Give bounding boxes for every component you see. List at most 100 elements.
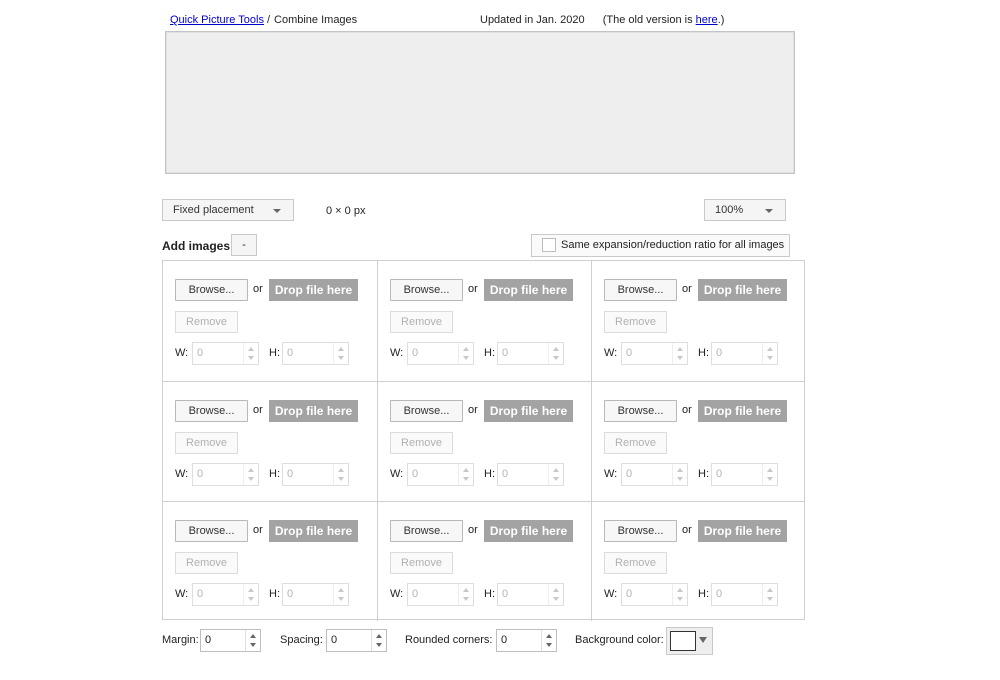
rounded-corners-input[interactable]: 0 xyxy=(496,629,557,652)
height-stepper[interactable] xyxy=(548,343,563,364)
width-input[interactable]: 0 xyxy=(192,583,259,606)
height-stepper[interactable] xyxy=(762,584,777,605)
browse-button[interactable]: Browse... xyxy=(175,400,248,422)
remove-button[interactable]: Remove xyxy=(390,432,453,454)
remove-button[interactable]: Remove xyxy=(175,432,238,454)
width-value: 0 xyxy=(626,468,633,480)
margin-stepper[interactable] xyxy=(245,630,260,651)
width-input[interactable]: 0 xyxy=(407,463,474,486)
height-stepper[interactable] xyxy=(762,343,777,364)
drop-zone[interactable]: Drop file here xyxy=(484,520,573,542)
remove-button[interactable]: Remove xyxy=(604,432,667,454)
height-input[interactable]: 0 xyxy=(282,583,349,606)
width-input[interactable]: 0 xyxy=(407,583,474,606)
zoom-dropdown[interactable]: 100% xyxy=(704,199,786,221)
or-label: or xyxy=(682,404,692,416)
zoom-value: 100% xyxy=(715,204,744,216)
browse-button[interactable]: Browse... xyxy=(604,279,677,301)
width-input[interactable]: 0 xyxy=(621,463,688,486)
margin-label: Margin: xyxy=(162,634,199,646)
drop-zone[interactable]: Drop file here xyxy=(269,520,358,542)
width-stepper[interactable] xyxy=(458,343,473,364)
browse-button[interactable]: Browse... xyxy=(175,520,248,542)
width-label: W: xyxy=(604,468,618,480)
height-input[interactable]: 0 xyxy=(711,342,778,365)
drop-zone[interactable]: Drop file here xyxy=(698,400,787,422)
remove-button[interactable]: Remove xyxy=(390,311,453,333)
height-label: H: xyxy=(698,347,709,359)
spacing-stepper[interactable] xyxy=(371,630,386,651)
chevron-down-icon xyxy=(765,209,773,213)
width-stepper[interactable] xyxy=(458,464,473,485)
image-slot-6: Browse... or Drop file here Remove W: 0 … xyxy=(591,381,805,501)
width-stepper[interactable] xyxy=(243,584,258,605)
remove-button[interactable]: Remove xyxy=(604,552,667,574)
margin-value: 0 xyxy=(205,634,212,646)
remove-button[interactable]: Remove xyxy=(175,552,238,574)
remove-button[interactable]: Remove xyxy=(390,552,453,574)
width-value: 0 xyxy=(626,588,633,600)
browse-button[interactable]: Browse... xyxy=(604,520,677,542)
width-stepper[interactable] xyxy=(672,464,687,485)
remove-slot-button[interactable]: - xyxy=(231,234,257,256)
browse-button[interactable]: Browse... xyxy=(390,520,463,542)
updated-text: Updated in Jan. 2020 xyxy=(480,14,585,26)
chevron-down-icon xyxy=(273,209,281,213)
remove-button[interactable]: Remove xyxy=(604,311,667,333)
width-stepper[interactable] xyxy=(243,343,258,364)
arrow-up-icon xyxy=(553,347,559,351)
height-value: 0 xyxy=(716,468,723,480)
height-input[interactable]: 0 xyxy=(497,463,564,486)
height-input[interactable]: 0 xyxy=(711,583,778,606)
background-color-picker[interactable] xyxy=(666,627,713,655)
same-ratio-checkbox[interactable] xyxy=(542,238,556,252)
margin-input[interactable]: 0 xyxy=(200,629,261,652)
or-label: or xyxy=(253,283,263,295)
height-stepper[interactable] xyxy=(548,464,563,485)
width-input[interactable]: 0 xyxy=(192,463,259,486)
width-stepper[interactable] xyxy=(458,584,473,605)
rounded-corners-stepper[interactable] xyxy=(541,630,556,651)
height-input[interactable]: 0 xyxy=(282,463,349,486)
remove-button[interactable]: Remove xyxy=(175,311,238,333)
height-stepper[interactable] xyxy=(333,464,348,485)
width-stepper[interactable] xyxy=(672,584,687,605)
height-stepper[interactable] xyxy=(762,464,777,485)
image-slot-2: Browse... or Drop file here Remove W: 0 … xyxy=(377,261,591,381)
height-stepper[interactable] xyxy=(333,343,348,364)
height-input[interactable]: 0 xyxy=(282,342,349,365)
drop-zone[interactable]: Drop file here xyxy=(269,279,358,301)
browse-button[interactable]: Browse... xyxy=(390,279,463,301)
arrow-down-icon xyxy=(376,643,382,647)
image-slot-8: Browse... or Drop file here Remove W: 0 … xyxy=(377,501,591,621)
width-stepper[interactable] xyxy=(243,464,258,485)
height-stepper[interactable] xyxy=(548,584,563,605)
placement-dropdown[interactable]: Fixed placement xyxy=(162,199,294,221)
drop-zone[interactable]: Drop file here xyxy=(484,400,573,422)
spacing-input[interactable]: 0 xyxy=(326,629,387,652)
same-ratio-toggle[interactable]: Same expansion/reduction ratio for all i… xyxy=(531,234,790,257)
browse-button[interactable]: Browse... xyxy=(604,400,677,422)
width-value: 0 xyxy=(412,347,419,359)
arrow-up-icon xyxy=(767,588,773,592)
width-input[interactable]: 0 xyxy=(621,583,688,606)
drop-zone[interactable]: Drop file here xyxy=(698,279,787,301)
old-version-link[interactable]: here xyxy=(696,14,718,26)
breadcrumb-link-quick-picture-tools[interactable]: Quick Picture Tools xyxy=(170,14,264,26)
width-stepper[interactable] xyxy=(672,343,687,364)
drop-zone[interactable]: Drop file here xyxy=(698,520,787,542)
height-input[interactable]: 0 xyxy=(497,583,564,606)
height-input[interactable]: 0 xyxy=(711,463,778,486)
arrow-down-icon xyxy=(248,597,254,601)
drop-zone[interactable]: Drop file here xyxy=(269,400,358,422)
browse-button[interactable]: Browse... xyxy=(175,279,248,301)
height-input[interactable]: 0 xyxy=(497,342,564,365)
width-input[interactable]: 0 xyxy=(192,342,259,365)
drop-zone[interactable]: Drop file here xyxy=(484,279,573,301)
width-input[interactable]: 0 xyxy=(621,342,688,365)
width-input[interactable]: 0 xyxy=(407,342,474,365)
arrow-down-icon xyxy=(338,356,344,360)
height-stepper[interactable] xyxy=(333,584,348,605)
rounded-corners-label: Rounded corners: xyxy=(405,634,493,646)
browse-button[interactable]: Browse... xyxy=(390,400,463,422)
